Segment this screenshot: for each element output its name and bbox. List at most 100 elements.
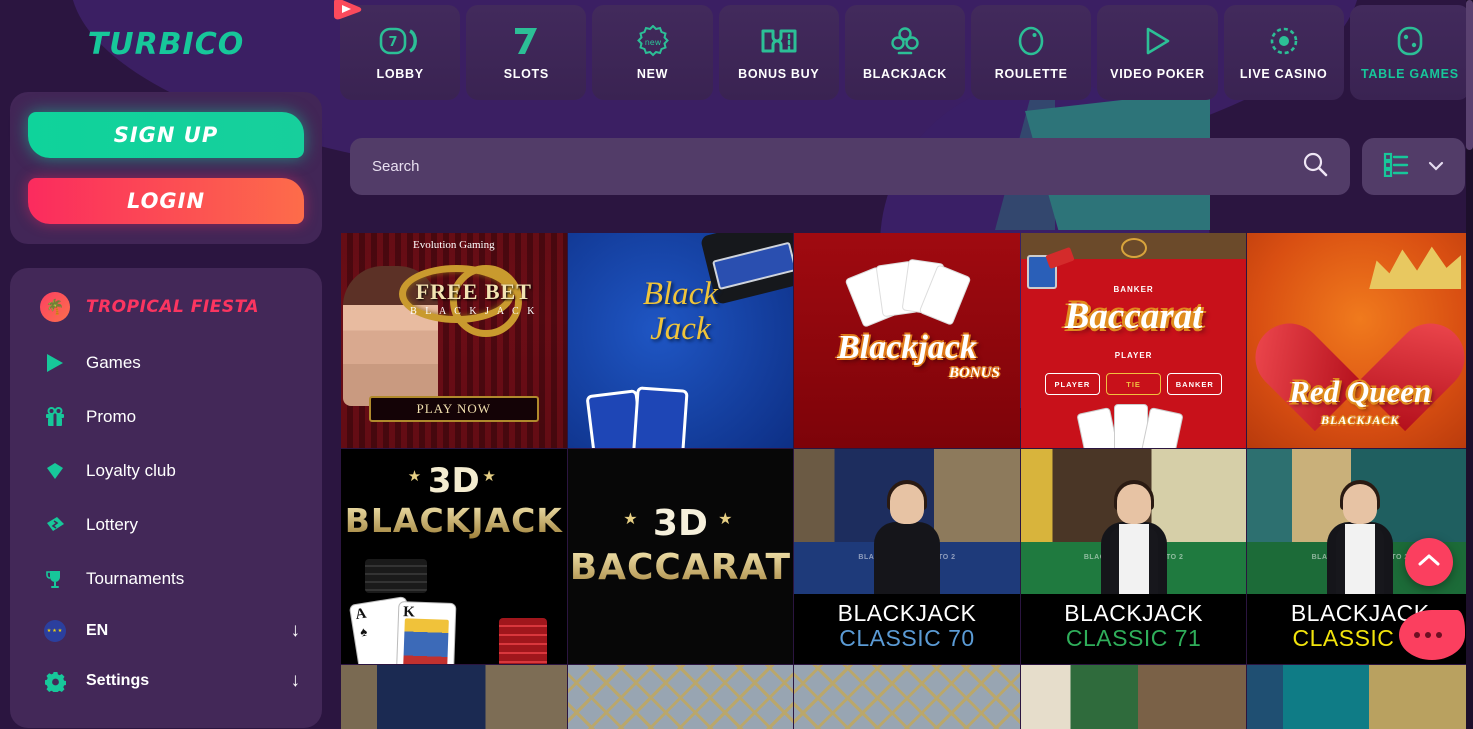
game-tile-red-queen[interactable]: Red Queen BLACKJACK (1247, 233, 1473, 448)
nav-tile-roulette[interactable]: ROULETTE (971, 5, 1092, 100)
game-tile-live-dealer-2[interactable] (567, 665, 794, 729)
dealer-photo (567, 665, 794, 729)
game-title: Blackjack (837, 329, 977, 366)
game-title: Baccarat (1064, 296, 1203, 337)
bet-buttons: PLAYER TIE BANKER (1044, 373, 1223, 395)
card-fan-decor (844, 257, 972, 329)
game-tile-blackjack-classic-70[interactable]: BLACKJACK PAYS 3 TO 2 BLACKJACK CLASSIC … (794, 449, 1020, 664)
game-tile-blackjack-classic-71[interactable]: BLACK JACK PAYS 3 TO 2 BLACKJACK CLASSIC… (1020, 449, 1247, 664)
sidebar-item-games[interactable]: Games (10, 336, 322, 390)
chip-icon (1268, 24, 1300, 58)
game-title: FREE BET (415, 279, 532, 304)
dealer-photo: BLACKJACK PAYS 3 TO 2 (794, 449, 1020, 594)
settings-label: Settings (86, 672, 150, 689)
nav-tile-new[interactable]: new NEW (592, 5, 713, 100)
game-subtitle: CLASSIC 70 (839, 625, 975, 651)
search-box[interactable] (350, 138, 1350, 195)
brand-name: TURBICO (87, 26, 245, 62)
player-label: PLAYER (1114, 351, 1153, 360)
play-now-button[interactable]: PLAY NOW (369, 396, 539, 422)
nav-tile-label: BLACKJACK (862, 67, 948, 81)
game-title: Red Queen (1289, 374, 1432, 409)
bet-button-player: PLAYER (1044, 373, 1100, 395)
game-tile-3d-baccarat[interactable]: ★ ★ 3D BACCARAT (567, 449, 794, 664)
sidebar-item-tropical-fiesta[interactable]: 🌴 TROPICAL FIESTA (10, 286, 322, 336)
nav-tile-bonus-buy[interactable]: BONUS BUY (718, 5, 839, 100)
dealer-photo (1247, 665, 1473, 729)
game-tile-live-dealer-4[interactable] (1020, 665, 1247, 729)
sidebar-item-language[interactable]: EN ↓ (10, 606, 322, 656)
sidebar-item-label: Lottery (86, 515, 138, 534)
login-button[interactable]: LOGIN (28, 178, 304, 224)
sidebar-item-label: Games (86, 353, 141, 372)
nav-tile-label: SLOTS (503, 67, 549, 81)
sidebar-item-loyalty-club[interactable]: Loyalty club (10, 444, 322, 498)
search-bar (350, 138, 1465, 195)
game-title: BLACKJACK (341, 501, 567, 540)
dealer-photo: BLACK JACK PAYS 3 TO 2 (1020, 449, 1247, 594)
gear-icon (40, 668, 70, 694)
game-tile-live-dealer-3[interactable] (794, 665, 1020, 729)
game-title: Black Jack (568, 277, 794, 346)
roulette-icon (1016, 24, 1046, 58)
sidebar-item-settings[interactable]: Settings ↓ (10, 656, 322, 706)
auth-card: SIGN UP LOGIN (10, 92, 322, 244)
search-input[interactable] (372, 158, 1302, 175)
dealer-photo (341, 665, 567, 729)
sidebar-item-label: Promo (86, 407, 137, 426)
game-tile-free-bet-blackjack[interactable]: Evolution Gaming FREE BET B L A C K J A … (341, 233, 567, 448)
arrow-down-icon: ↓ (290, 670, 301, 691)
club-icon (890, 24, 920, 58)
signup-button[interactable]: SIGN UP (28, 112, 304, 158)
brand-logo[interactable]: TURBICO (0, 0, 362, 88)
svg-text:7: 7 (389, 35, 398, 50)
game-tile-3d-blackjack[interactable]: ★ ★ 3D BLACKJACK A ♠ K (341, 449, 567, 664)
game-grid: Evolution Gaming FREE BET B L A C K J A … (341, 233, 1473, 729)
seven-icon (511, 24, 541, 58)
nav-tile-blackjack[interactable]: BLACKJACK (844, 5, 966, 100)
sidebar-item-lottery[interactable]: Lottery (10, 498, 322, 552)
chat-widget-button[interactable] (1399, 610, 1465, 660)
search-icon[interactable] (1302, 151, 1328, 182)
eu-flag-icon (40, 618, 70, 644)
language-label: EN (86, 622, 109, 639)
sidebar-promo-label: TROPICAL FIESTA (86, 297, 260, 317)
seven-badge-icon: 7 (379, 24, 421, 58)
game-caption: BLACKJACK CLASSIC 71 (1020, 594, 1247, 664)
play-badge-icon (334, 0, 362, 20)
trophy-icon (40, 566, 70, 592)
banker-label: BANKER (1113, 285, 1154, 294)
nav-tile-label: BONUS BUY (738, 67, 820, 81)
game-tile-blackjack-bonus[interactable]: Blackjack BONUS (794, 233, 1020, 448)
dealer-photo (794, 665, 1020, 729)
game-subtitle: B L A C K J A C K (410, 306, 538, 317)
nav-tile-video-poker[interactable]: VIDEO POKER (1097, 5, 1218, 100)
game-tile-baccarat[interactable]: BANKER Baccarat PLAYER PLAYER TIE BANKER (1020, 233, 1247, 448)
scrollbar-thumb[interactable] (1466, 0, 1473, 150)
bet-button-banker: BANKER (1167, 373, 1223, 395)
scroll-to-top-button[interactable] (1405, 538, 1453, 586)
nav-tile-table-games[interactable]: TABLE GAMES (1349, 5, 1470, 100)
nav-tile-label: VIDEO POKER (1110, 67, 1205, 81)
nav-tile-live-casino[interactable]: LIVE CASINO (1223, 5, 1344, 100)
sidebar: TURBICO SIGN UP LOGIN 🌴 TROPICAL FIESTA … (0, 0, 362, 729)
sidebar-item-tournaments[interactable]: Tournaments (10, 552, 322, 606)
play-outline-icon (1141, 24, 1173, 58)
nav-tile-label: LOBBY (376, 67, 424, 81)
palm-tree-badge-icon: 🌴 (40, 292, 70, 322)
game-subtitle: BONUS (948, 365, 1000, 381)
gem-icon (40, 458, 70, 484)
sidebar-item-promo[interactable]: Promo (10, 390, 322, 444)
chips-decor (498, 618, 547, 664)
filter-dropdown[interactable] (1362, 138, 1465, 195)
game-title-block: FREE BET B L A C K J A C K (387, 279, 561, 317)
sidebar-nav: 🌴 TROPICAL FIESTA Games Promo Loyalty cl… (10, 268, 322, 728)
chips-decor (365, 559, 427, 593)
game-tile-black-jack[interactable]: Black Jack (567, 233, 794, 448)
game-tile-live-dealer-5[interactable] (1247, 665, 1473, 729)
game-tile-live-dealer-1[interactable] (341, 665, 567, 729)
nav-tile-slots[interactable]: SLOTS (466, 5, 587, 100)
category-nav: 7 LOBBY SLOTS new NEW BONUS BUY BLACKJAC… (340, 5, 1470, 100)
play-triangle-icon (40, 350, 70, 376)
page-scrollbar[interactable] (1466, 0, 1473, 729)
